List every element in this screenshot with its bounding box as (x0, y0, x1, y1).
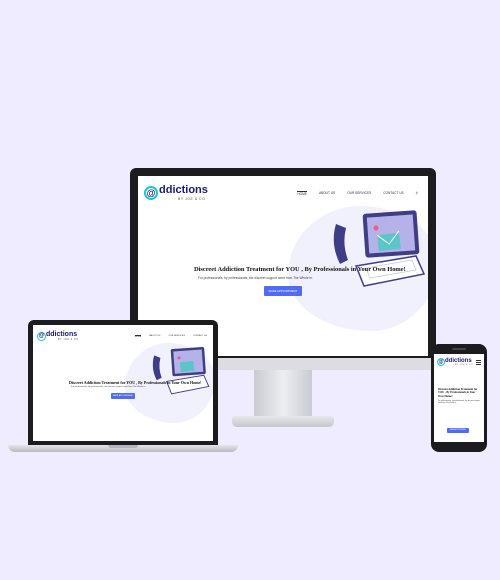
logo-mark: @ (37, 331, 46, 341)
site-logo[interactable]: @ ddictions BY JOE & CO (37, 331, 78, 341)
logo-mark: @ (144, 186, 158, 200)
phone-handset-icon (152, 355, 162, 381)
laptop-notch (108, 445, 138, 448)
phone-handset-icon (333, 224, 348, 264)
site-logo[interactable]: @ ddictions BY JOE & CO (437, 358, 473, 366)
email-envelope-icon (179, 360, 195, 373)
hero-title: Discreet Addiction Treatment for YOU , B… (438, 388, 478, 398)
monitor-stand-base (232, 416, 334, 427)
email-envelope-icon (377, 232, 401, 252)
laptop-illustration-icon (333, 210, 426, 287)
phone-screen: @ ddictions BY JOE & CO Discreet Addicti… (434, 354, 484, 442)
main-nav: HOME ABOUT US OUR SERVICES CONTACT US ⚲ (297, 191, 418, 196)
monitor-stand-neck (254, 370, 312, 418)
main-nav: HOME ABOUT US OUR SERVICES CONTACT US (134, 335, 207, 338)
nav-services[interactable]: OUR SERVICES (168, 335, 185, 338)
search-icon[interactable]: ⚲ (416, 191, 418, 196)
logo-tagline: BY JOE & CO (455, 364, 474, 366)
nav-about[interactable]: ABOUT US (149, 335, 160, 338)
phone-speaker (452, 348, 466, 350)
laptop-screen: @ ddictions BY JOE & CO HOME ABOUT US OU… (33, 325, 213, 441)
logo-mark: @ (437, 358, 445, 366)
nav-contact[interactable]: CONTACT US (193, 335, 207, 338)
logo-tagline: BY JOE & CO (178, 197, 206, 201)
site-logo[interactable]: @ ddictions BY JOE & CO (144, 185, 208, 201)
nav-about[interactable]: ABOUT US (319, 191, 335, 196)
make-appointment-button[interactable]: MAKE APPOINTMENT (111, 393, 135, 399)
hero-subtitle: For professionals, by professionals, the… (438, 400, 480, 405)
logo-tagline: BY JOE & CO (58, 338, 79, 341)
make-appointment-button[interactable]: MAKE APPOINTMENT (264, 286, 302, 296)
logo-name: ddictions (46, 331, 78, 338)
menu-icon[interactable] (476, 360, 481, 366)
logo-name: ddictions (159, 184, 208, 196)
nav-services[interactable]: OUR SERVICES (347, 191, 371, 196)
nav-home[interactable]: HOME (297, 191, 307, 196)
nav-contact[interactable]: CONTACT US (383, 191, 403, 196)
nav-home[interactable]: HOME (134, 335, 142, 338)
hero-title: Discreet Addiction Treatment for YOU , B… (194, 266, 406, 273)
hero-title: Discreet Addiction Treatment for YOU , B… (69, 380, 202, 385)
hero-subtitle: For professionals, by professionals, the… (71, 386, 146, 388)
make-appointment-button[interactable]: MAKE APPOINTMENT (447, 428, 469, 433)
laptop-illustration-icon (152, 346, 210, 395)
hero-subtitle: For professionals, by professionals, the… (198, 276, 313, 280)
